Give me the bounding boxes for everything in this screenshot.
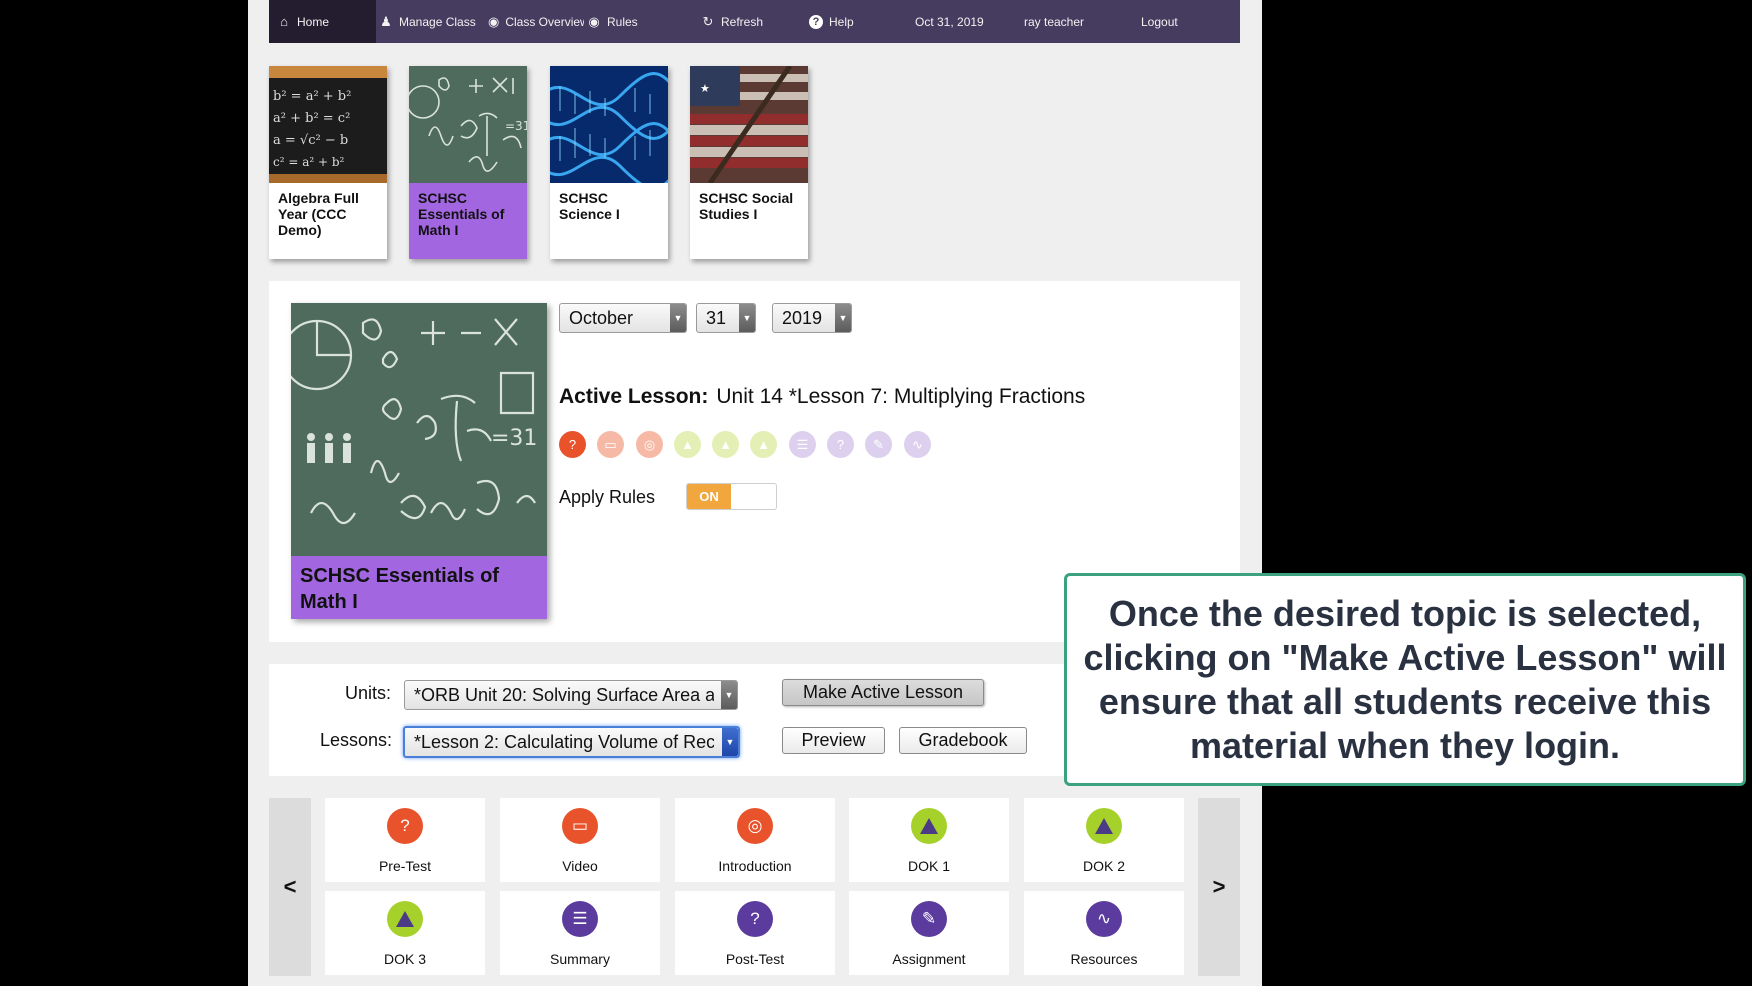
gradebook-button[interactable]: Gradebook <box>899 727 1027 754</box>
active-course-title: SCHSC Essentials of Math I <box>291 556 547 619</box>
help-icon: ? <box>809 14 823 29</box>
activity-dok1[interactable]: DOK 1 <box>849 798 1009 882</box>
course-thumbnail-large: =31 <box>291 303 547 556</box>
chevron-down-icon: ▼ <box>739 304 755 332</box>
apply-rules-toggle[interactable]: ON <box>686 483 777 510</box>
pyramid-icon <box>387 901 423 937</box>
chevron-down-icon: ▼ <box>721 681 737 709</box>
course-card-algebra[interactable]: b² = a² + b² a² + b² = c² a = √c² − b c²… <box>269 66 387 259</box>
units-select[interactable]: *ORB Unit 20: Solving Surface Area and ▼ <box>404 680 738 710</box>
svg-text:a² + b² = c²: a² + b² = c² <box>273 111 350 126</box>
activity-summary[interactable]: ☰ Summary <box>500 891 660 975</box>
activity-assignment[interactable]: ✎ Assignment <box>849 891 1009 975</box>
chevron-down-icon: ▼ <box>835 304 851 332</box>
target-icon[interactable]: ◎ <box>636 431 663 458</box>
course-title: Algebra Full Year (CCC Demo) <box>278 190 359 238</box>
next-arrow-button[interactable]: > <box>1198 798 1240 976</box>
home-icon: ⌂ <box>280 13 288 29</box>
posttest-icon: ? <box>737 901 773 937</box>
activity-video[interactable]: ▭ Video <box>500 798 660 882</box>
rules-icon: ◉ <box>588 13 600 29</box>
prev-arrow-button[interactable]: < <box>269 798 311 976</box>
course-title: SCHSC Social Studies I <box>699 190 794 222</box>
app-window: ⌂ Home ♟ Manage Class ◉ Class Overview ◉… <box>248 0 1262 986</box>
tutorial-callout: Once the desired topic is selected, clic… <box>1064 573 1746 786</box>
chevron-down-icon: ▼ <box>670 304 686 332</box>
course-thumbnail: b² = a² + b² a² + b² = c² a = √c² − b c²… <box>269 66 387 183</box>
svg-text:a = √c² − b: a = √c² − b <box>273 133 348 148</box>
nav-rules[interactable]: ◉ Rules <box>587 0 637 43</box>
nav-manage-class[interactable]: ♟ Manage Class <box>379 0 476 43</box>
day-select[interactable]: 31 ▼ <box>696 303 756 333</box>
course-title: SCHSC Science I <box>559 190 620 222</box>
nav-logout[interactable]: Logout <box>1141 0 1178 43</box>
active-lesson-label: Active Lesson: <box>559 385 709 408</box>
pencil-icon[interactable]: ✎ <box>865 431 892 458</box>
pyramid-icon <box>1086 808 1122 844</box>
lessons-label: Lessons: <box>320 730 393 750</box>
course-thumbnail: ★ <box>690 66 808 183</box>
course-card-math[interactable]: =31 SCHSC Essentials of Math I <box>409 66 527 259</box>
course-thumbnail: =31 <box>409 66 527 183</box>
svg-text:★: ★ <box>700 83 710 95</box>
top-nav: ⌂ Home ♟ Manage Class ◉ Class Overview ◉… <box>269 0 1240 43</box>
pyramid-icon[interactable]: ▲ <box>674 431 701 458</box>
activity-dok2[interactable]: DOK 2 <box>1024 798 1184 882</box>
active-lesson: Active Lesson: Unit 14 *Lesson 7: Multipl… <box>559 385 1085 409</box>
nav-help[interactable]: ? Help <box>809 0 854 43</box>
svg-text:=31: =31 <box>491 426 537 451</box>
posttest-icon[interactable]: ? <box>827 431 854 458</box>
nav-class-overview[interactable]: ◉ Class Overview <box>488 0 584 43</box>
activity-pretest[interactable]: ? Pre-Test <box>325 798 485 882</box>
year-select[interactable]: 2019 ▼ <box>772 303 852 333</box>
month-select[interactable]: October ▼ <box>559 303 687 333</box>
network-icon[interactable]: ∿ <box>904 431 931 458</box>
user-circle-icon: ◉ <box>488 13 500 29</box>
preview-button[interactable]: Preview <box>782 727 885 754</box>
svg-text:b² = a² + b²: b² = a² + b² <box>273 89 351 104</box>
video-icon: ▭ <box>562 808 598 844</box>
users-icon: ♟ <box>380 13 392 29</box>
pretest-icon: ? <box>387 808 423 844</box>
make-active-lesson-button[interactable]: Make Active Lesson <box>782 679 984 706</box>
nav-refresh[interactable]: ↻ Refresh <box>701 0 763 43</box>
pyramid-icon[interactable]: ▲ <box>750 431 777 458</box>
active-course-card: =31 SCHSC Essentials of Math I <box>291 303 547 619</box>
chevron-down-icon: ▼ <box>722 728 738 756</box>
svg-text:c² = a² + b²: c² = a² + b² <box>273 155 345 169</box>
active-lesson-value: Unit 14 *Lesson 7: Multiplying Fractions <box>716 385 1086 408</box>
checklist-icon[interactable]: ☰ <box>789 431 816 458</box>
course-card-social-studies[interactable]: ★ SCHSC Social Studies I <box>690 66 808 259</box>
nav-date: Oct 31, 2019 <box>915 14 984 29</box>
pyramid-icon <box>911 808 947 844</box>
course-card-science[interactable]: SCHSC Science I <box>550 66 668 259</box>
apply-rules-label: Apply Rules <box>559 487 656 507</box>
video-icon[interactable]: ▭ <box>597 431 624 458</box>
lessons-select[interactable]: *Lesson 2: Calculating Volume of Rectar … <box>403 726 740 758</box>
course-title: SCHSC Essentials of Math I <box>409 183 527 259</box>
units-label: Units: <box>345 683 392 703</box>
refresh-icon: ↻ <box>702 13 714 29</box>
pyramid-icon[interactable]: ▲ <box>712 431 739 458</box>
svg-text:=31: =31 <box>505 119 527 133</box>
activity-introduction[interactable]: ◎ Introduction <box>675 798 835 882</box>
activity-resources[interactable]: ∿ Resources <box>1024 891 1184 975</box>
pretest-icon[interactable]: ? <box>559 431 586 458</box>
nav-home[interactable]: ⌂ Home <box>269 0 376 43</box>
course-thumbnail <box>550 66 668 183</box>
activity-dok3[interactable]: DOK 3 <box>325 891 485 975</box>
nav-user: ray teacher <box>1024 14 1085 29</box>
activity-posttest[interactable]: ? Post-Test <box>675 891 835 975</box>
pencil-icon: ✎ <box>911 901 947 937</box>
network-icon: ∿ <box>1086 901 1122 937</box>
checklist-icon: ☰ <box>562 901 598 937</box>
target-icon: ◎ <box>737 808 773 844</box>
